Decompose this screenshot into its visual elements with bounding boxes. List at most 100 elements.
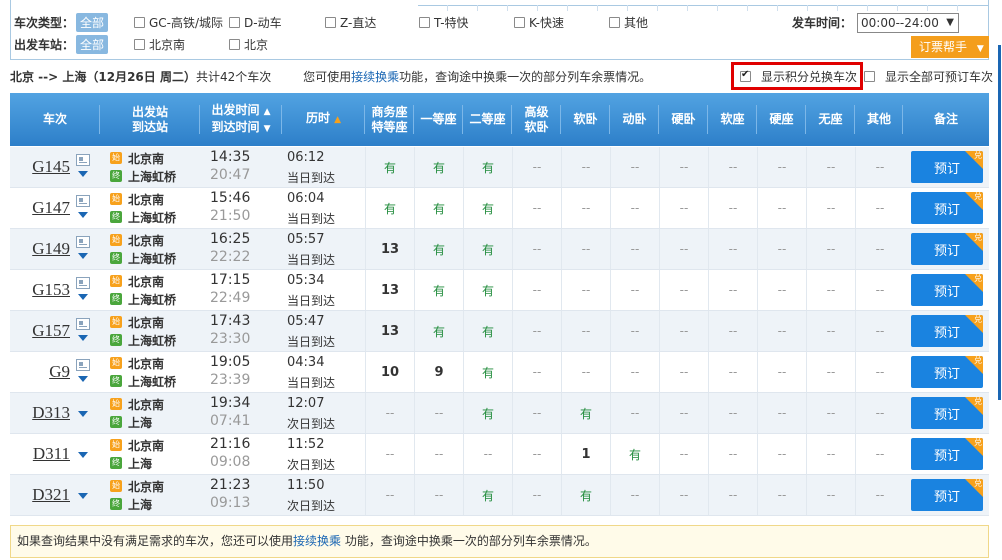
seat-availability[interactable]: -- <box>708 188 757 228</box>
train-number-link[interactable]: D313 <box>10 393 70 433</box>
train-type-all[interactable]: 全部 <box>76 12 109 32</box>
seat-availability[interactable]: 1 <box>561 434 610 474</box>
seat-availability[interactable]: -- <box>610 475 659 515</box>
seat-availability[interactable]: -- <box>806 475 855 515</box>
scrollbar-indicator[interactable] <box>998 45 1001 400</box>
seat-availability[interactable]: -- <box>855 434 904 474</box>
seat-availability[interactable]: 有 <box>365 147 414 187</box>
seat-availability[interactable]: -- <box>365 475 414 515</box>
seat-availability[interactable]: -- <box>708 229 757 269</box>
seat-availability[interactable]: -- <box>512 188 561 228</box>
chevron-down-icon[interactable] <box>78 376 88 382</box>
seat-availability[interactable]: -- <box>757 475 806 515</box>
seat-availability[interactable]: -- <box>708 434 757 474</box>
train-number-link[interactable]: G149 <box>10 229 70 269</box>
seat-availability[interactable]: -- <box>414 475 463 515</box>
seat-availability[interactable]: -- <box>512 475 561 515</box>
seat-availability[interactable]: 有 <box>463 229 512 269</box>
seat-availability[interactable]: -- <box>757 352 806 392</box>
header-times[interactable]: 出发时间 ▲ 到达时间 ▼ <box>200 93 282 146</box>
seat-availability[interactable]: -- <box>512 434 561 474</box>
booking-helper-button[interactable]: 订票帮手 ▼ <box>911 36 989 58</box>
seat-availability[interactable]: -- <box>659 352 708 392</box>
checkbox-icon[interactable] <box>864 70 875 82</box>
seat-availability[interactable]: -- <box>659 393 708 433</box>
seat-availability[interactable]: -- <box>659 270 708 310</box>
seat-availability[interactable]: -- <box>659 147 708 187</box>
filter-other[interactable]: 其他 <box>609 12 648 32</box>
checkbox-icon[interactable] <box>325 16 336 28</box>
depart-time-select[interactable]: 00:00--24:00 ▼ <box>857 13 959 33</box>
checkbox-icon[interactable] <box>419 16 430 28</box>
checkbox-icon[interactable] <box>609 16 620 28</box>
book-button[interactable]: 预订兑 <box>911 438 983 470</box>
seat-availability[interactable]: -- <box>757 311 806 351</box>
seat-availability[interactable]: -- <box>659 434 708 474</box>
seat-availability[interactable]: -- <box>708 147 757 187</box>
seat-availability[interactable]: -- <box>806 147 855 187</box>
book-button[interactable]: 预订兑 <box>911 356 983 388</box>
seat-availability[interactable]: 13 <box>365 229 414 269</box>
seat-availability[interactable]: -- <box>855 270 904 310</box>
seat-availability[interactable]: -- <box>512 352 561 392</box>
seat-availability[interactable]: -- <box>610 188 659 228</box>
chevron-down-icon[interactable] <box>78 253 88 259</box>
seat-availability[interactable]: 有 <box>365 188 414 228</box>
seat-availability[interactable]: 有 <box>414 311 463 351</box>
header-duration[interactable]: 历时 ▲ <box>282 93 365 146</box>
seat-availability[interactable]: 有 <box>463 475 512 515</box>
footer-transfer-link[interactable]: 接续换乘 <box>293 534 341 548</box>
seat-availability[interactable]: 有 <box>463 393 512 433</box>
seat-availability[interactable]: -- <box>365 393 414 433</box>
chevron-down-icon[interactable] <box>78 411 88 417</box>
seat-availability[interactable]: -- <box>855 229 904 269</box>
seat-availability[interactable]: 13 <box>365 311 414 351</box>
seat-availability[interactable]: -- <box>806 393 855 433</box>
seat-availability[interactable]: -- <box>659 311 708 351</box>
seat-availability[interactable]: -- <box>365 434 414 474</box>
chevron-down-icon[interactable] <box>78 294 88 300</box>
seat-availability[interactable]: -- <box>610 352 659 392</box>
train-info-icon[interactable] <box>76 277 90 289</box>
seat-availability[interactable]: -- <box>512 229 561 269</box>
filter-gc[interactable]: GC-高铁/城际 <box>134 12 223 32</box>
seat-availability[interactable]: -- <box>757 147 806 187</box>
seat-availability[interactable]: -- <box>708 311 757 351</box>
seat-availability[interactable]: 有 <box>561 393 610 433</box>
train-number-link[interactable]: G9 <box>10 352 70 392</box>
seat-availability[interactable]: 有 <box>414 147 463 187</box>
seat-availability[interactable]: -- <box>806 352 855 392</box>
train-number-link[interactable]: G145 <box>10 147 70 187</box>
seat-availability[interactable]: -- <box>757 434 806 474</box>
chevron-down-icon[interactable] <box>78 493 88 499</box>
seat-availability[interactable]: -- <box>561 188 610 228</box>
seat-availability[interactable]: -- <box>708 475 757 515</box>
seat-availability[interactable]: 有 <box>463 147 512 187</box>
seat-availability[interactable]: 有 <box>463 311 512 351</box>
seat-availability[interactable]: 10 <box>365 352 414 392</box>
train-number-link[interactable]: D321 <box>10 475 70 515</box>
seat-availability[interactable]: -- <box>414 434 463 474</box>
points-exchange-option[interactable]: 显示积分兑换车次 <box>740 68 857 84</box>
seat-availability[interactable]: -- <box>757 229 806 269</box>
checkbox-icon[interactable] <box>134 38 145 50</box>
seat-availability[interactable]: 有 <box>463 188 512 228</box>
seat-availability[interactable]: -- <box>708 270 757 310</box>
seat-availability[interactable]: 有 <box>463 352 512 392</box>
train-info-icon[interactable] <box>76 195 90 207</box>
transfer-link[interactable]: 接续换乘 <box>351 70 399 84</box>
seat-availability[interactable]: 有 <box>414 188 463 228</box>
seat-availability[interactable]: -- <box>855 352 904 392</box>
seat-availability[interactable]: 有 <box>414 229 463 269</box>
book-button[interactable]: 预订兑 <box>911 151 983 183</box>
seat-availability[interactable]: 13 <box>365 270 414 310</box>
checkbox-icon[interactable] <box>229 16 240 28</box>
seat-availability[interactable]: -- <box>806 311 855 351</box>
seat-availability[interactable]: -- <box>561 147 610 187</box>
seat-availability[interactable]: -- <box>610 270 659 310</box>
show-all-bookable-option[interactable]: 显示全部可预订车次 <box>864 68 993 84</box>
seat-availability[interactable]: 9 <box>414 352 463 392</box>
seat-availability[interactable]: -- <box>512 311 561 351</box>
train-info-icon[interactable] <box>76 236 90 248</box>
seat-availability[interactable]: 有 <box>414 270 463 310</box>
